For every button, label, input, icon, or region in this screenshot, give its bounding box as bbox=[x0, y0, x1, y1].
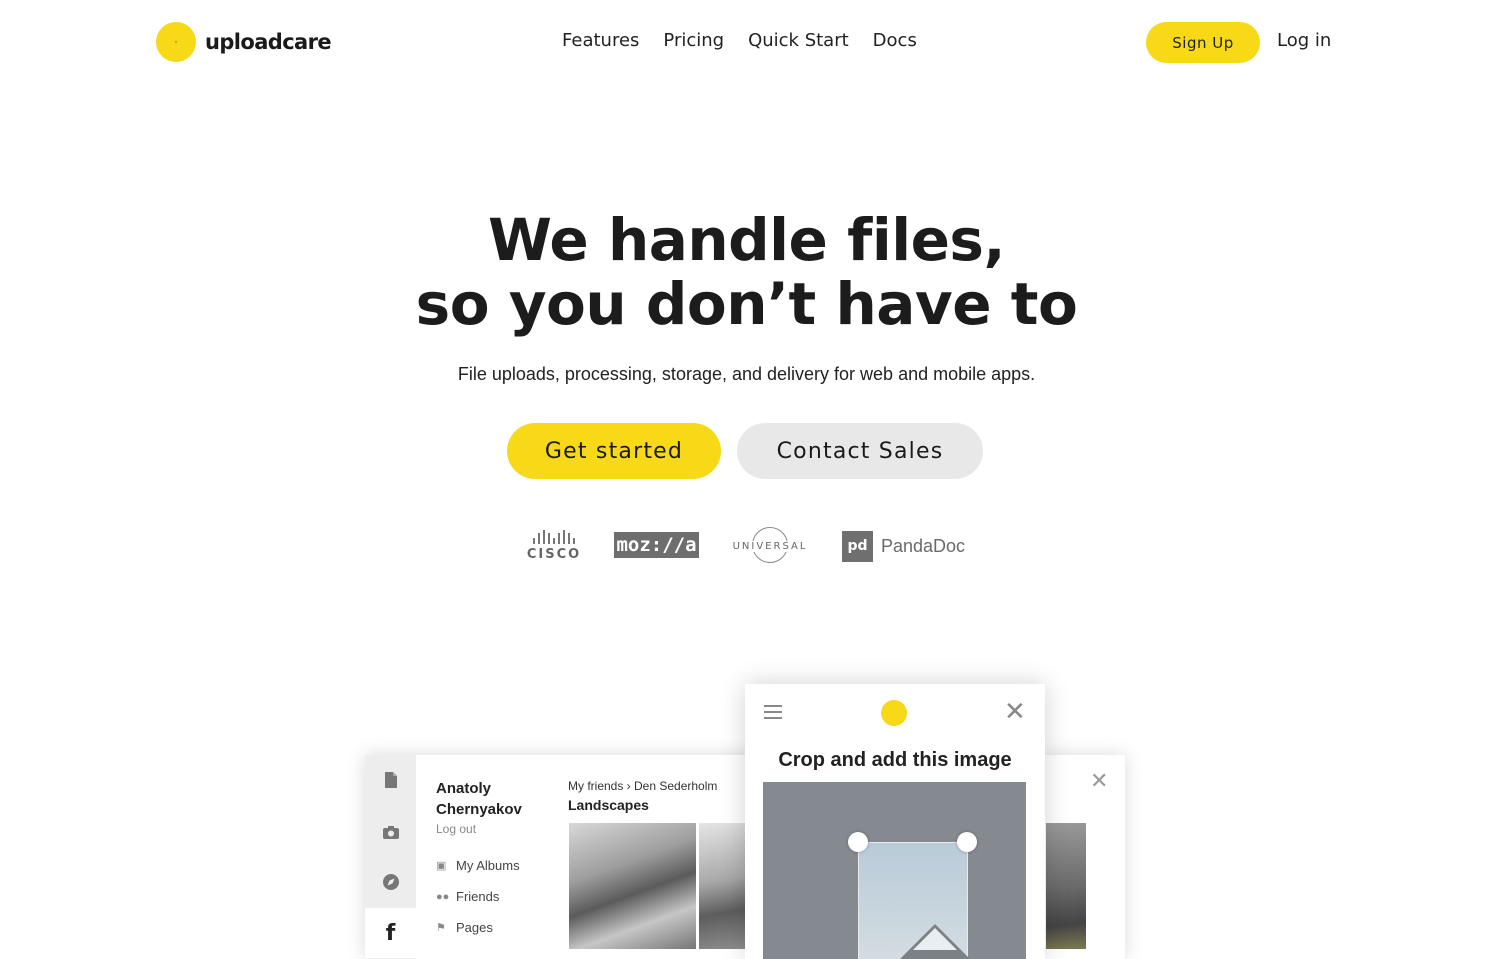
photo-thumbnail[interactable] bbox=[699, 823, 749, 949]
get-started-button[interactable]: Get started bbox=[507, 423, 721, 479]
main-nav: Features Pricing Quick Start Docs bbox=[562, 30, 917, 51]
source-rail: f bbox=[365, 755, 416, 959]
crop-modal: ✕ Crop and add this image bbox=[745, 684, 1045, 959]
sidebar-item-label: My Albums bbox=[456, 858, 520, 873]
facebook-icon[interactable]: f bbox=[365, 908, 416, 958]
crop-handle-top-left[interactable] bbox=[848, 832, 868, 852]
hero-title-line-1: We handle files, bbox=[488, 206, 1005, 274]
contact-sales-button[interactable]: Contact Sales bbox=[737, 423, 983, 479]
universal-wordmark: UNIVERSAL bbox=[730, 540, 810, 552]
nav-item-quick-start[interactable]: Quick Start bbox=[748, 30, 849, 51]
sidebar-item-label: Pages bbox=[456, 920, 493, 935]
hero-title-line-2: so you don’t have to bbox=[415, 270, 1078, 338]
close-icon[interactable]: ✕ bbox=[1090, 769, 1108, 794]
pandadoc-wordmark: PandaDoc bbox=[881, 535, 966, 556]
album-title: Landscapes bbox=[568, 797, 649, 813]
crop-area[interactable] bbox=[763, 782, 1026, 959]
cisco-bars-icon bbox=[533, 530, 575, 544]
nav-item-features[interactable]: Features bbox=[562, 30, 639, 51]
brand-name: uploadcare bbox=[205, 30, 332, 54]
crop-handle-top-right[interactable] bbox=[957, 832, 977, 852]
photo-thumbnail[interactable] bbox=[1046, 823, 1086, 949]
file-icon[interactable] bbox=[365, 755, 416, 805]
pandadoc-logo: pd PandaDoc bbox=[842, 526, 965, 566]
close-icon[interactable]: ✕ bbox=[1004, 697, 1026, 727]
upload-widget-panel: f Anatoly Chernyakov Log out ▣ My Albums… bbox=[365, 755, 765, 959]
pandadoc-mark-icon: pd bbox=[842, 530, 873, 562]
nav-item-docs[interactable]: Docs bbox=[873, 30, 917, 51]
camera-icon[interactable] bbox=[365, 807, 416, 857]
flag-icon: ⚑ bbox=[436, 922, 446, 934]
menu-icon[interactable] bbox=[764, 705, 782, 719]
compass-icon[interactable] bbox=[365, 857, 416, 907]
mountain-snow bbox=[913, 928, 957, 950]
hero-subtitle: File uploads, processing, storage, and d… bbox=[457, 364, 1036, 384]
friends-icon: ●● bbox=[436, 890, 450, 903]
logo-dot-icon bbox=[156, 22, 196, 62]
photo-thumbnail[interactable] bbox=[569, 823, 696, 949]
user-name: Anatoly Chernyakov bbox=[436, 780, 522, 818]
sidebar-item-label: Friends bbox=[456, 889, 500, 904]
brand-logo[interactable]: uploadcare bbox=[156, 22, 332, 62]
modal-title: Crop and add this image bbox=[778, 749, 1012, 771]
mozilla-logo: moz://a bbox=[614, 532, 699, 558]
albums-icon: ▣ bbox=[436, 860, 447, 872]
sidebar-item-pages[interactable]: ⚑ Pages bbox=[436, 920, 493, 935]
breadcrumb: My friends › Den Sederholm bbox=[568, 779, 718, 793]
sidebar-item-friends[interactable]: ●● Friends bbox=[436, 889, 499, 904]
nav-item-pricing[interactable]: Pricing bbox=[663, 30, 724, 51]
secondary-widget-panel: ✕ bbox=[1040, 755, 1125, 959]
logo-dot-icon bbox=[881, 700, 907, 726]
log-out-link[interactable]: Log out bbox=[436, 822, 476, 836]
universal-logo: UNIVERSAL bbox=[729, 526, 811, 566]
cisco-logo: CISCO bbox=[524, 526, 584, 566]
sign-up-button[interactable]: Sign Up bbox=[1146, 22, 1260, 63]
cisco-wordmark: CISCO bbox=[526, 547, 582, 562]
log-in-link[interactable]: Log in bbox=[1277, 30, 1331, 51]
sidebar-item-my-albums[interactable]: ▣ My Albums bbox=[436, 858, 520, 873]
